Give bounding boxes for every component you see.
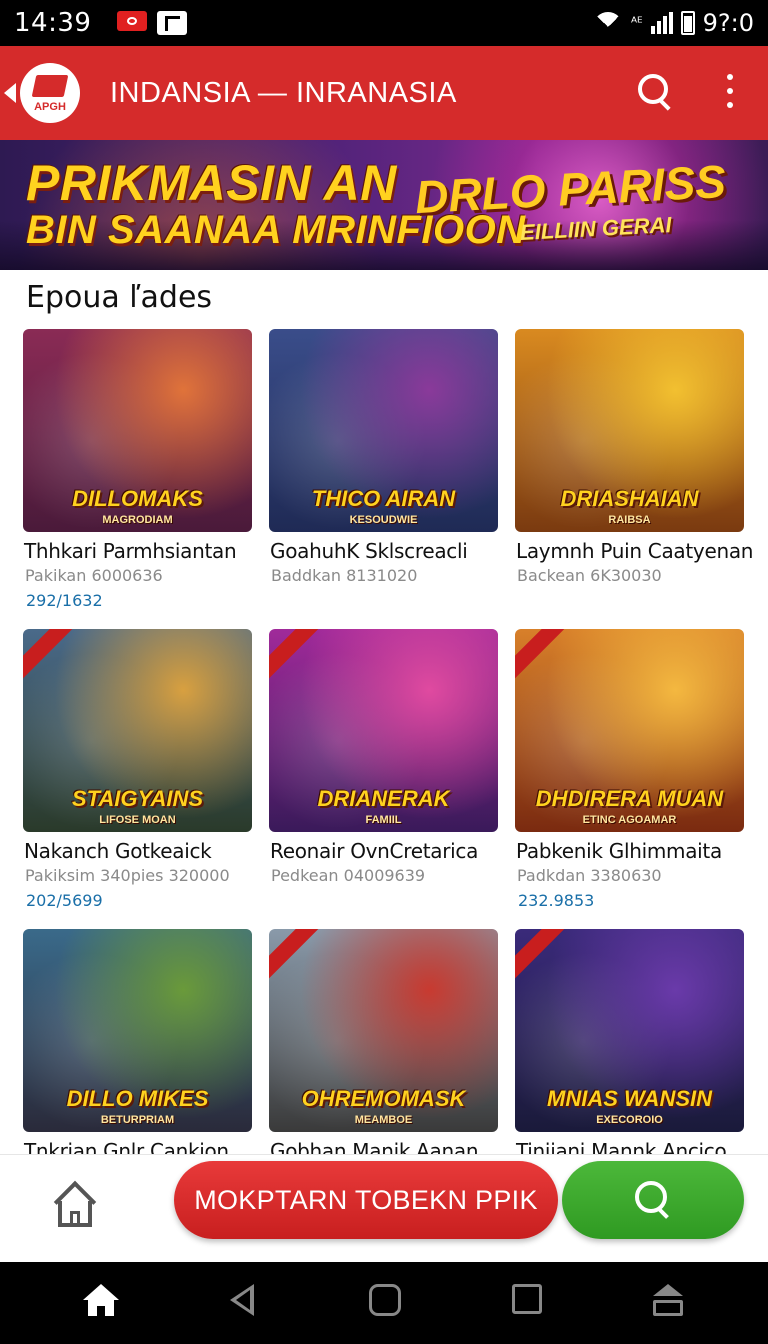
- app-logo[interactable]: APGH: [20, 63, 80, 123]
- game-thumbnail[interactable]: MNIAS WANSIN EXECOROIO: [515, 929, 744, 1132]
- game-meta: Pakiksim 340pies 320000: [25, 866, 230, 885]
- app-logo-text: APGH: [34, 101, 66, 113]
- game-card[interactable]: THICO AIRAN KESOUDWIE GoahuhK Sklscreacl…: [269, 329, 498, 629]
- game-thumbnail-subtitle: RAIBSA: [608, 514, 651, 526]
- game-thumbnail[interactable]: DILLOMAKS MAGRODIAM: [23, 329, 252, 532]
- notification-square-icon: [157, 11, 188, 35]
- game-card[interactable]: STAIGYAINS LIFOSE MOAN Nakanch Gotkeaick…: [23, 629, 252, 929]
- game-name[interactable]: Nakanch Gotkeaick: [24, 839, 212, 863]
- game-thumbnail-subtitle: KESOUDWIE: [349, 514, 418, 526]
- game-thumbnail-title: DILLO MIKES: [66, 1086, 209, 1111]
- content-area: Epoua ľades DILLOMAKS MAGRODIAM Thhkari …: [0, 270, 768, 1154]
- game-card[interactable]: DILLOMAKS MAGRODIAM Thhkari Parmhsiantan…: [23, 329, 252, 629]
- game-thumbnail[interactable]: DILLO MIKES BETURPRIAM: [23, 929, 252, 1132]
- notification-red-icon: [117, 11, 148, 31]
- game-name[interactable]: Tiniiani Mannk Ancico: [516, 1139, 727, 1154]
- search-icon: [635, 1181, 671, 1217]
- status-bar: 14:39 ᴬᴱ 9?:0: [0, 0, 768, 46]
- signal-icon: [650, 12, 673, 34]
- game-meta: Backean 6K30030: [517, 566, 662, 585]
- nav-home-circle-icon[interactable]: [369, 1284, 401, 1316]
- game-name[interactable]: GoahuhK Sklscreacli: [270, 539, 468, 563]
- game-thumbnail-title: THICO AIRAN: [311, 486, 456, 511]
- game-card[interactable]: DRIASHAIAN RAIBSA Laymnh Puin Caatyenan …: [515, 329, 753, 629]
- wifi-icon: [593, 12, 624, 42]
- status-right: ᴬᴱ 9?:0: [593, 9, 754, 42]
- game-thumbnail[interactable]: OHREMOMASK MEAMBOE: [269, 929, 498, 1132]
- game-thumbnail[interactable]: STAIGYAINS LIFOSE MOAN: [23, 629, 252, 832]
- status-time: 14:39: [14, 8, 92, 38]
- game-thumbnail-title: MNIAS WANSIN: [547, 1086, 712, 1111]
- network-label: ᴬᴱ: [631, 15, 643, 31]
- game-thumbnail-title: DHDIRERA MUAN: [535, 786, 724, 811]
- game-card[interactable]: DRIANERAK FAMIIL Reonair OvnCretarica Pe…: [269, 629, 498, 929]
- system-nav-bar: [0, 1262, 768, 1344]
- game-meta: Padkdan 3380630: [517, 866, 662, 885]
- banner-headline: PRIKMASIN AN: [26, 155, 397, 211]
- game-thumbnail-subtitle: ETINC AGOAMAR: [582, 814, 677, 826]
- nav-home-icon[interactable]: [83, 1284, 119, 1320]
- game-thumbnail[interactable]: DHDIRERA MUAN ETINC AGOAMAR: [515, 629, 744, 832]
- more-vert-icon[interactable]: [726, 74, 734, 108]
- game-name[interactable]: Thhkari Parmhsiantan: [24, 539, 237, 563]
- cta-button[interactable]: MOKPTARN TOBEKN PPIK: [174, 1161, 558, 1239]
- game-thumbnail-title: STAIGYAINS: [71, 786, 204, 811]
- bottom-action-bar: MOKPTARN TOBEKN PPIK: [0, 1154, 768, 1262]
- game-thumbnail[interactable]: THICO AIRAN KESOUDWIE: [269, 329, 498, 532]
- game-count: 202/5699: [26, 891, 103, 910]
- game-thumbnail-title: DRIANERAK: [317, 786, 450, 811]
- game-meta: Baddkan 8131020: [271, 566, 418, 585]
- games-grid: DILLOMAKS MAGRODIAM Thhkari Parmhsiantan…: [23, 329, 753, 1154]
- game-name[interactable]: Tnkrian Gnlr Cankion: [24, 1139, 229, 1154]
- home-icon[interactable]: [52, 1179, 98, 1229]
- game-thumbnail-subtitle: LIFOSE MOAN: [99, 814, 176, 826]
- game-card[interactable]: OHREMOMASK MEAMBOE Gobhan Manik Aanan: [269, 929, 498, 1154]
- game-thumbnail-title: DILLOMAKS: [72, 486, 203, 511]
- search-icon[interactable]: [638, 74, 672, 108]
- game-thumbnail[interactable]: DRIANERAK FAMIIL: [269, 629, 498, 832]
- game-name[interactable]: Pabkenik Glhimmaita: [516, 839, 722, 863]
- game-card[interactable]: MNIAS WANSIN EXECOROIO Tiniiani Mannk An…: [515, 929, 744, 1154]
- game-meta: Pedkean 04009639: [271, 866, 426, 885]
- game-thumbnail-title: DRIASHAIAN: [560, 486, 699, 511]
- game-name[interactable]: Gobhan Manik Aanan: [270, 1139, 479, 1154]
- nav-keyboard-icon[interactable]: [653, 1284, 683, 1318]
- section-title: Epoua ľades: [26, 280, 213, 315]
- app-title: INDANSIA — INRANASIA: [110, 76, 457, 109]
- search-button[interactable]: [562, 1161, 744, 1239]
- game-name[interactable]: Laymnh Puin Caatyenan: [516, 539, 753, 563]
- battery-text: 9?:0: [702, 9, 754, 37]
- game-count: 292/1632: [26, 591, 103, 610]
- game-name[interactable]: Reonair OvnCretarica: [270, 839, 478, 863]
- promo-banner[interactable]: PRIKMASIN AN BIN SAANAA MRINFIOON DRLO P…: [0, 140, 768, 270]
- game-thumbnail-subtitle: EXECOROIO: [596, 1114, 663, 1126]
- screen: 14:39 ᴬᴱ 9?:0 APGH INDANSIA — INRANASIA …: [0, 0, 768, 1344]
- game-meta: Pakikan 6000636: [25, 566, 163, 585]
- battery-icon: [680, 11, 695, 35]
- game-thumbnail[interactable]: DRIASHAIAN RAIBSA: [515, 329, 744, 532]
- back-arrow-icon[interactable]: [4, 83, 16, 103]
- game-card[interactable]: DHDIRERA MUAN ETINC AGOAMAR Pabkenik Glh…: [515, 629, 744, 929]
- game-thumbnail-subtitle: BETURPRIAM: [100, 1114, 175, 1126]
- nav-back-icon[interactable]: [230, 1284, 256, 1316]
- game-thumbnail-subtitle: MEAMBOE: [354, 1114, 413, 1126]
- nav-recents-icon[interactable]: [512, 1284, 542, 1314]
- game-card[interactable]: DILLO MIKES BETURPRIAM Tnkrian Gnlr Cank…: [23, 929, 252, 1154]
- game-thumbnail-title: OHREMOMASK: [301, 1086, 466, 1111]
- game-thumbnail-subtitle: MAGRODIAM: [102, 514, 173, 526]
- notification-icons: [117, 11, 188, 35]
- game-count: 232.9853: [518, 891, 595, 910]
- game-thumbnail-subtitle: FAMIIL: [365, 814, 402, 826]
- app-bar: APGH INDANSIA — INRANASIA: [0, 46, 768, 140]
- banner-logo-title: DRLO PARISS: [413, 154, 728, 224]
